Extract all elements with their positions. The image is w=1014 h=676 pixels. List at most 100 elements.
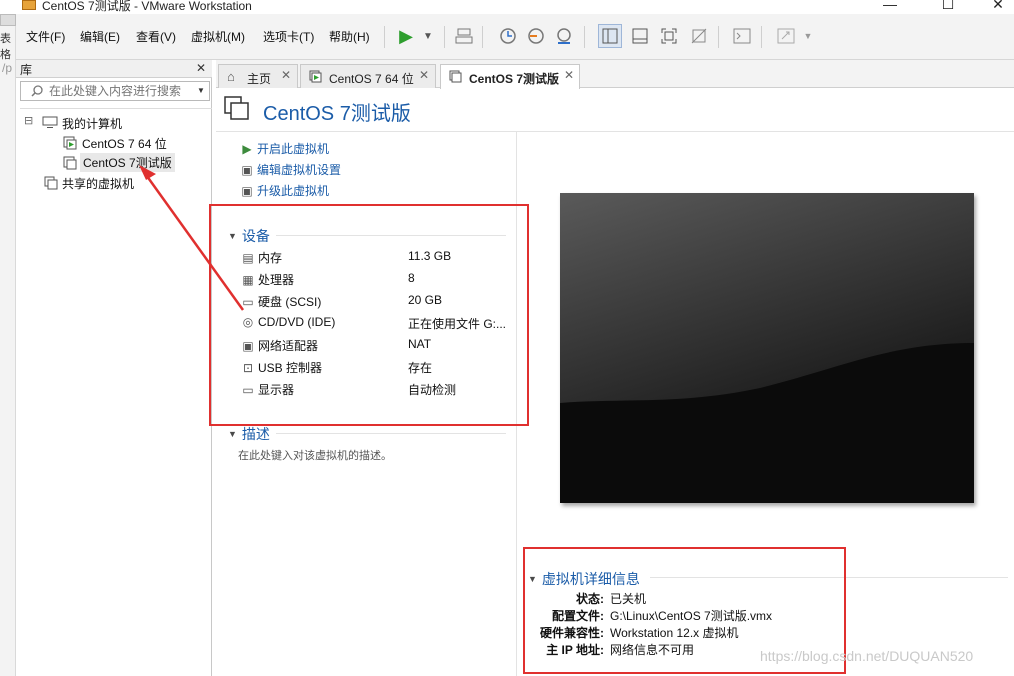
network-icon: ▣ bbox=[242, 339, 254, 353]
tab-label: CentOS 7测试版 bbox=[469, 72, 560, 86]
cd-dvd-icon: ◎ bbox=[242, 315, 254, 329]
window-title: CentOS 7测试版 - VMware Workstation bbox=[42, 0, 252, 13]
watermark: https://blog.csdn.net/DUQUAN520 bbox=[760, 648, 974, 664]
primary-ip-label: 主 IP 地址: bbox=[546, 643, 604, 657]
collapse-triangle-icon: ▼ bbox=[528, 574, 537, 584]
device-cd-dvd[interactable]: ◎ CD/DVD (IDE) bbox=[240, 315, 336, 329]
sidebar-view-icon[interactable] bbox=[598, 24, 622, 48]
collapse-triangle-icon: ▼ bbox=[228, 429, 237, 439]
vm-details-section-header[interactable]: ▼ 虚拟机详细信息 bbox=[528, 569, 640, 589]
maximize-button[interactable]: ☐ bbox=[928, 0, 968, 13]
stretch-dropdown-icon[interactable]: ▼ bbox=[796, 24, 820, 48]
stretch-icon[interactable] bbox=[774, 24, 798, 48]
memory-icon: ▤ bbox=[242, 251, 254, 265]
tab-close-button[interactable]: ✕ bbox=[564, 68, 574, 82]
minimize-button[interactable]: — bbox=[870, 0, 910, 12]
vmware-app-icon bbox=[22, 0, 36, 10]
bg-text: /p bbox=[2, 61, 13, 75]
close-window-button[interactable]: ✕ bbox=[978, 0, 1014, 13]
tree-shared-vms[interactable]: 共享的虚拟机 bbox=[62, 175, 134, 192]
background-window-strip: 表格 /p bbox=[0, 14, 16, 676]
title-bar: CentOS 7测试版 - VMware Workstation — ☐ ✕ bbox=[0, 0, 1014, 14]
primary-ip-value: 网络信息不可用 bbox=[610, 643, 695, 657]
library-search-box[interactable]: ▼ bbox=[20, 81, 210, 101]
library-search-input[interactable] bbox=[49, 83, 191, 99]
dropdown-icon[interactable]: ▼ bbox=[416, 24, 440, 48]
menu-file[interactable]: 文件(F) bbox=[26, 28, 65, 45]
device-display-value: 自动检测 bbox=[408, 383, 457, 397]
menu-help[interactable]: 帮助(H) bbox=[329, 28, 370, 45]
menu-view[interactable]: 查看(V) bbox=[136, 28, 176, 45]
tab-close-button[interactable]: ✕ bbox=[281, 68, 291, 82]
send-keys-icon[interactable] bbox=[452, 24, 476, 48]
shared-vm-icon bbox=[44, 176, 58, 190]
home-icon: ⌂ bbox=[227, 69, 235, 84]
display-icon: ▭ bbox=[242, 383, 254, 397]
menu-tabs[interactable]: 选项卡(T) bbox=[263, 28, 314, 45]
vm-icon bbox=[309, 70, 322, 83]
device-memory[interactable]: ▤ 内存 bbox=[240, 249, 282, 266]
vm-icon bbox=[63, 156, 77, 170]
device-processor-value: 8 bbox=[408, 271, 415, 285]
divider bbox=[650, 577, 1008, 578]
status-label: 状态: bbox=[576, 592, 604, 606]
vm-running-icon bbox=[63, 136, 77, 150]
device-network[interactable]: ▣ 网络适配器 bbox=[240, 337, 318, 354]
tree-vm-centos-test[interactable]: CentOS 7测试版 bbox=[80, 153, 175, 172]
toolbar-separator bbox=[482, 26, 483, 48]
toolbar-separator bbox=[761, 26, 762, 48]
thumbnail-view-icon[interactable] bbox=[628, 24, 652, 48]
cpu-icon: ▦ bbox=[242, 273, 254, 287]
library-title: 库 bbox=[20, 63, 33, 77]
fullscreen-icon[interactable] bbox=[657, 24, 681, 48]
tab-close-button[interactable]: ✕ bbox=[419, 68, 429, 82]
device-usb[interactable]: ⊡ USB 控制器 bbox=[240, 359, 322, 376]
menu-toolbar: 文件(F) 编辑(E) 查看(V) 虚拟机(M) 选项卡(T) 帮助(H) ▶ … bbox=[16, 14, 1014, 60]
snapshot-icon[interactable] bbox=[496, 24, 520, 48]
tree-expander-icon[interactable]: ⊟ bbox=[24, 114, 33, 127]
device-cd-dvd-value: 正在使用文件 G:... bbox=[408, 317, 507, 331]
edit-settings-link[interactable]: ▣ 编辑虚拟机设置 bbox=[240, 161, 341, 178]
divider bbox=[216, 131, 1014, 132]
menu-vm[interactable]: 虚拟机(M) bbox=[191, 28, 245, 45]
tab-strip: ⌂ 主页 ✕ CentOS 7 64 位 ✕ CentOS 7测试版 ✕ bbox=[216, 60, 1014, 89]
tree-my-computer[interactable]: 我的计算机 bbox=[62, 115, 122, 132]
play-icon: ▶ bbox=[242, 142, 252, 156]
bg-text: 表格 bbox=[0, 33, 11, 61]
computer-icon bbox=[42, 116, 58, 128]
menu-edit[interactable]: 编辑(E) bbox=[80, 28, 120, 45]
search-dropdown-icon[interactable]: ▼ bbox=[197, 86, 205, 95]
config-file-value: G:\Linux\CentOS 7测试版.vmx bbox=[610, 609, 773, 623]
vm-icon bbox=[449, 70, 462, 83]
vm-title: CentOS 7测试版 bbox=[263, 103, 411, 125]
vm-large-icon bbox=[224, 96, 249, 120]
device-display[interactable]: ▭ 显示器 bbox=[240, 381, 294, 398]
device-hard-disk[interactable]: ▭ 硬盘 (SCSI) bbox=[240, 293, 321, 310]
device-network-value: NAT bbox=[408, 337, 432, 351]
tab-centos-test[interactable]: CentOS 7测试版 ✕ bbox=[440, 64, 580, 89]
device-processor[interactable]: ▦ 处理器 bbox=[240, 271, 294, 288]
library-close-button[interactable]: ✕ bbox=[196, 61, 206, 75]
tab-centos-64[interactable]: CentOS 7 64 位 ✕ bbox=[300, 64, 436, 88]
devices-section-header[interactable]: ▼ 设备 bbox=[228, 226, 270, 246]
revert-snapshot-icon[interactable] bbox=[524, 24, 548, 48]
tree-vm-centos-64[interactable]: CentOS 7 64 位 bbox=[82, 135, 167, 152]
snapshot-manager-icon[interactable] bbox=[552, 24, 576, 48]
play-icon[interactable]: ▶ bbox=[394, 24, 418, 48]
power-on-link[interactable]: ▶ 开启此虚拟机 bbox=[240, 140, 329, 157]
console-icon[interactable] bbox=[730, 24, 754, 48]
tab-label: 主页 bbox=[247, 72, 272, 86]
upgrade-vm-link[interactable]: ▣ 升级此虚拟机 bbox=[240, 182, 329, 199]
upgrade-icon: ▣ bbox=[241, 184, 253, 198]
library-header: 库 ✕ bbox=[16, 60, 212, 78]
description-section-header[interactable]: ▼ 描述 bbox=[228, 424, 270, 444]
edit-settings-icon: ▣ bbox=[241, 163, 253, 177]
device-memory-value: 11.3 GB bbox=[408, 249, 452, 263]
hardware-compat-value: Workstation 12.x 虚拟机 bbox=[610, 626, 739, 640]
library-tree: ⊟ 我的计算机 CentOS 7 64 位 CentOS 7测试版 共享的虚拟机 bbox=[20, 108, 212, 676]
unity-icon[interactable] bbox=[687, 24, 711, 48]
vm-screen-thumbnail[interactable] bbox=[560, 193, 974, 503]
description-placeholder[interactable]: 在此处键入对该虚拟机的描述。 bbox=[238, 447, 392, 463]
tab-home[interactable]: ⌂ 主页 ✕ bbox=[218, 64, 298, 88]
device-hard-disk-value: 20 GB bbox=[408, 293, 443, 307]
